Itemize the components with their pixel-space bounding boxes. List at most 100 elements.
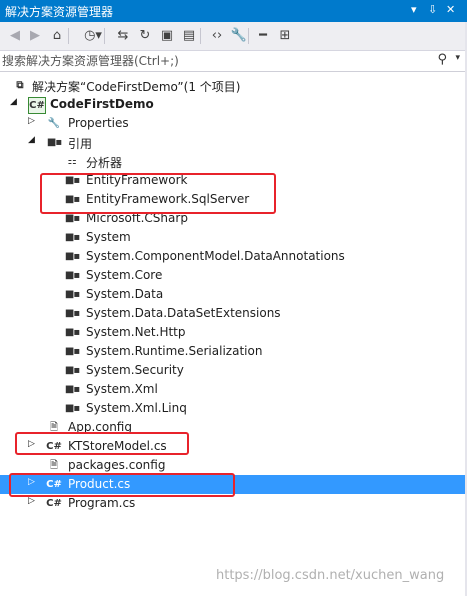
solution-tree: ⧉ 解决方案“CodeFirstDemo”(1 个项目) ◢ C# CodeFirstD… [0,76,467,516]
refresh-button[interactable]: ↻ [136,26,154,46]
reference-icon: ■▪ [64,175,80,186]
tree-item[interactable]: ▷ C# Product.cs [0,475,467,494]
toolbar-separator [200,28,201,44]
tree-item[interactable]: ■▪ System.Security [0,361,467,380]
reference-icon: ■▪ [64,194,80,205]
tree-item-label: System.Xml [86,382,158,396]
tree-item-label: System.Runtime.Serialization [86,344,263,358]
tree-item[interactable]: ■▪ System [0,228,467,247]
pin-icon[interactable]: ⇩ [428,3,437,16]
sync-button[interactable]: ⇆ [114,26,132,46]
tree-item[interactable]: ■▪ EntityFramework.SqlServer [0,190,467,209]
pending-changes-button[interactable]: ◷▾ [82,26,104,46]
csharp-file-icon: C# [46,479,62,490]
search-options-dropdown-icon[interactable]: ▾ [455,53,460,63]
expanded-arrow-icon[interactable]: ◢ [10,97,17,107]
reference-icon: ■▪ [64,232,80,243]
tree-item[interactable]: ■▪ System.Runtime.Serialization [0,342,467,361]
expanded-arrow-icon[interactable]: ◢ [28,135,35,145]
reference-icon: ■▪ [64,270,80,281]
reference-icon: ■▪ [64,346,80,357]
home-button[interactable]: ⌂ [48,26,66,46]
tree-item-label: System.Core [86,268,163,282]
collapsed-arrow-icon[interactable]: ▷ [28,116,35,126]
tree-item-label: System.Xml.Linq [86,401,187,415]
tree-item-label: System.Net.Http [86,325,186,339]
tree-item[interactable]: ■▪ Microsoft.CSharp [0,209,467,228]
tree-item[interactable]: 🗎 packages.config [0,456,467,475]
tree-item[interactable]: 🗎 App.config [0,418,467,437]
tree-item-label: 分析器 [86,156,123,170]
reference-icon: ■▪ [64,251,80,262]
tree-item-label: KTStoreModel.cs [68,439,167,453]
tree-item[interactable]: ▷ 🔧 Properties [0,114,467,133]
reference-icon: ■▪ [64,365,80,376]
tree-item-label: CodeFirstDemo [50,97,154,111]
csharp-project-icon: C# [28,97,46,114]
properties-button[interactable]: 🔧 [230,26,248,46]
tree-item-label: System.Security [86,363,184,377]
tree-item-label: 引用 [68,137,93,151]
search-icon[interactable]: ⚲ [437,52,447,67]
reference-icon: ■▪ [64,289,80,300]
tree-item[interactable]: ■▪ System.Core [0,266,467,285]
tree-item-label: EntityFramework [86,173,188,187]
search-input[interactable] [2,52,422,69]
tree-item-label: Product.cs [68,477,131,491]
collapse-all-button[interactable]: ▣ [158,26,176,46]
tree-item[interactable]: ◢ C# CodeFirstDemo [0,95,467,114]
tree-item[interactable]: ■▪ System.Xml.Linq [0,399,467,418]
tree-item[interactable]: ▷ C# Program.cs [0,494,467,513]
search-box: ⚲ ▾ [0,51,466,72]
collapsed-arrow-icon[interactable]: ▷ [28,477,35,487]
tree-item[interactable]: ■▪ System.Data [0,285,467,304]
reference-icon: ■▪ [46,137,62,148]
tree-item[interactable]: ◢ ■▪ 引用 [0,133,467,152]
tree-item[interactable]: ■▪ System.Xml [0,380,467,399]
reference-icon: ■▪ [64,403,80,414]
view-code-button[interactable]: ‹› [208,26,226,46]
solution-icon: ⧉ [16,80,24,91]
panel-titlebar: 解决方案资源管理器 ▾ ⇩ ✕ [0,0,467,22]
config-file-icon: 🗎 [49,422,59,433]
tree-item-label: packages.config [68,458,166,472]
tree-item[interactable]: ▷ C# KTStoreModel.cs [0,437,467,456]
solution-explorer-toolbar: ◀ ▶ ⌂ ◷▾ ⇆ ↻ ▣ ▤ ‹› 🔧 ━ ⊞ [0,22,467,51]
toolbar-separator [68,28,69,44]
tree-item[interactable]: ■▪ System.ComponentModel.DataAnnotations [0,247,467,266]
collapsed-arrow-icon[interactable]: ▷ [28,439,35,449]
wrench-icon: 🔧 [47,118,61,129]
watermark: https://blog.csdn.net/xuchen_wang [216,568,445,583]
tree-item-label: Program.cs [68,496,136,510]
tree-item-label: Properties [68,116,129,130]
show-all-files-button[interactable]: ▤ [180,26,198,46]
reference-icon: ■▪ [64,213,80,224]
tree-item[interactable]: ■▪ EntityFramework [0,171,467,190]
tree-item[interactable]: ■▪ System.Data.DataSetExtensions [0,304,467,323]
reference-icon: ■▪ [64,384,80,395]
toolbar-separator [104,28,105,44]
csharp-file-icon: C# [46,498,62,509]
collapsed-arrow-icon[interactable]: ▷ [28,496,35,506]
class-diagram-button[interactable]: ⊞ [276,26,294,46]
tree-item[interactable]: ■▪ System.Net.Http [0,323,467,342]
toolbar-separator [248,28,249,44]
tree-item[interactable]: ⚏ 分析器 [0,152,467,171]
panel-dropdown-icon[interactable]: ▾ [411,3,417,16]
preview-button[interactable]: ━ [254,26,272,46]
tree-item-label: Microsoft.CSharp [86,211,188,225]
tree-item-label: App.config [68,420,132,434]
tree-item-label: System.Data.DataSetExtensions [86,306,281,320]
tree-item-label: EntityFramework.SqlServer [86,192,250,206]
analyzer-icon: ⚏ [67,156,77,167]
reference-icon: ■▪ [64,327,80,338]
forward-button[interactable]: ▶ [26,26,44,46]
tree-item-label: 解决方案“CodeFirstDemo”(1 个项目) [32,80,241,94]
tree-item[interactable]: ⧉ 解决方案“CodeFirstDemo”(1 个项目) [0,76,467,95]
tree-item-label: System [86,230,131,244]
back-button[interactable]: ◀ [6,26,24,46]
panel-title: 解决方案资源管理器 [5,5,114,19]
config-file-icon: 🗎 [49,460,59,471]
csharp-file-icon: C# [46,441,62,452]
close-icon[interactable]: ✕ [446,3,455,16]
